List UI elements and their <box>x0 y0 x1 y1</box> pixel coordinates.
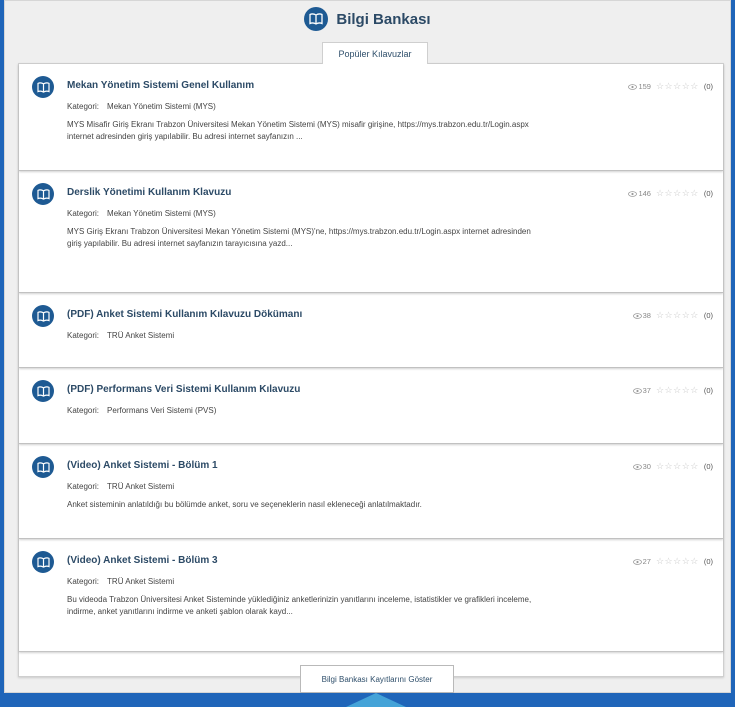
book-icon <box>32 456 54 478</box>
rating-stars[interactable]: ☆☆☆☆☆ <box>656 556 699 567</box>
page-title: Bilgi Bankası <box>336 10 431 28</box>
category-line: Kategori: Mekan Yönetim Sistemi (MYS) <box>67 102 216 111</box>
item-meta: 159 ☆☆☆☆☆ (0) <box>628 81 713 92</box>
guide-title-link[interactable]: (PDF) Performans Veri Sistemi Kullanım K… <box>67 384 300 395</box>
rating-count: (0) <box>703 189 713 198</box>
view-count-value: 38 <box>642 311 651 320</box>
guide-title-link[interactable]: (Video) Anket Sistemi - Bölüm 3 <box>67 555 218 566</box>
list-item[interactable]: (PDF) Performans Veri Sistemi Kullanım K… <box>19 368 723 444</box>
guide-description: MYS Giriş Ekranı Trabzon Üniversitesi Me… <box>67 227 531 249</box>
item-meta: 37 ☆☆☆☆☆ (0) <box>632 385 713 396</box>
view-count-value: 37 <box>642 386 651 395</box>
category-line: Kategori: TRÜ Anket Sistemi <box>67 577 174 586</box>
view-count-value: 30 <box>642 462 651 471</box>
category-value: Mekan Yönetim Sistemi (MYS) <box>107 209 216 218</box>
guide-description: MYS Misafir Giriş Ekranı Trabzon Ünivers… <box>67 120 529 142</box>
category-line: Kategori: Performans Veri Sistemi (PVS) <box>67 406 216 415</box>
book-icon <box>32 380 54 402</box>
pointer-arrow <box>346 693 406 707</box>
view-count-value: 146 <box>638 189 651 198</box>
eye-icon <box>632 387 642 394</box>
item-meta: 38 ☆☆☆☆☆ (0) <box>632 310 713 321</box>
view-count: 37 <box>632 386 651 395</box>
guide-list: Mekan Yönetim Sistemi Genel Kullanım Kat… <box>18 63 724 677</box>
list-item[interactable]: (Video) Anket Sistemi - Bölüm 1 Kategori… <box>19 444 723 539</box>
guide-description: Anket sisteminin anlatıldığı bu bölümde … <box>67 500 422 509</box>
view-count: 30 <box>632 462 651 471</box>
category-value: Mekan Yönetim Sistemi (MYS) <box>107 102 216 111</box>
list-item[interactable]: (Video) Anket Sistemi - Bölüm 3 Kategori… <box>19 539 723 652</box>
eye-icon <box>628 190 638 197</box>
category-label: Kategori: <box>67 406 100 415</box>
category-label: Kategori: <box>67 482 100 491</box>
rating-stars[interactable]: ☆☆☆☆☆ <box>656 461 699 472</box>
book-icon <box>32 551 54 573</box>
item-meta: 27 ☆☆☆☆☆ (0) <box>632 556 713 567</box>
view-count-value: 27 <box>642 557 651 566</box>
book-icon <box>304 7 329 31</box>
guide-title-link[interactable]: Mekan Yönetim Sistemi Genel Kullanım <box>67 80 254 91</box>
category-line: Kategori: TRÜ Anket Sistemi <box>67 331 174 340</box>
category-label: Kategori: <box>67 577 100 586</box>
book-icon <box>32 305 54 327</box>
panel-header: Bilgi Bankası <box>5 7 730 31</box>
eye-icon <box>632 312 642 319</box>
rating-stars[interactable]: ☆☆☆☆☆ <box>656 188 699 199</box>
item-meta: 30 ☆☆☆☆☆ (0) <box>632 461 713 472</box>
guide-title-link[interactable]: Derslik Yönetimi Kullanım Klavuzu <box>67 187 231 198</box>
category-line: Kategori: TRÜ Anket Sistemi <box>67 482 174 491</box>
eye-icon <box>628 83 638 90</box>
eye-icon <box>632 463 642 470</box>
category-value: TRÜ Anket Sistemi <box>107 577 175 586</box>
category-value: TRÜ Anket Sistemi <box>107 482 175 491</box>
book-icon <box>32 76 54 98</box>
rating-count: (0) <box>703 82 713 91</box>
view-count: 27 <box>632 557 651 566</box>
view-count-value: 159 <box>638 82 651 91</box>
category-label: Kategori: <box>67 209 100 218</box>
category-value: TRÜ Anket Sistemi <box>107 331 175 340</box>
guide-title-link[interactable]: (PDF) Anket Sistemi Kullanım Kılavuzu Dö… <box>67 309 302 320</box>
rating-count: (0) <box>703 462 713 471</box>
category-label: Kategori: <box>67 331 100 340</box>
category-value: Performans Veri Sistemi (PVS) <box>107 406 217 415</box>
show-knowledge-base-records-button[interactable]: Bilgi Bankası Kayıtlarını Göster <box>300 665 454 693</box>
rating-count: (0) <box>703 311 713 320</box>
guide-description: Bu videoda Trabzon Üniversitesi Anket Si… <box>67 595 532 617</box>
category-line: Kategori: Mekan Yönetim Sistemi (MYS) <box>67 209 216 218</box>
rating-stars[interactable]: ☆☆☆☆☆ <box>656 81 699 92</box>
guide-title-link[interactable]: (Video) Anket Sistemi - Bölüm 1 <box>67 460 218 471</box>
rating-count: (0) <box>703 557 713 566</box>
rating-stars[interactable]: ☆☆☆☆☆ <box>656 385 699 396</box>
list-item[interactable]: Mekan Yönetim Sistemi Genel Kullanım Kat… <box>19 64 723 171</box>
rating-stars[interactable]: ☆☆☆☆☆ <box>656 310 699 321</box>
view-count: 38 <box>632 311 651 320</box>
view-count: 146 <box>628 189 651 198</box>
book-icon <box>32 183 54 205</box>
tab-popular-guides[interactable]: Popüler Kılavuzlar <box>322 42 428 64</box>
list-item[interactable]: (PDF) Anket Sistemi Kullanım Kılavuzu Dö… <box>19 293 723 368</box>
rating-count: (0) <box>703 386 713 395</box>
category-label: Kategori: <box>67 102 100 111</box>
eye-icon <box>632 558 642 565</box>
list-item[interactable]: Derslik Yönetimi Kullanım Klavuzu Katego… <box>19 171 723 293</box>
item-meta: 146 ☆☆☆☆☆ (0) <box>628 188 713 199</box>
view-count: 159 <box>628 82 651 91</box>
